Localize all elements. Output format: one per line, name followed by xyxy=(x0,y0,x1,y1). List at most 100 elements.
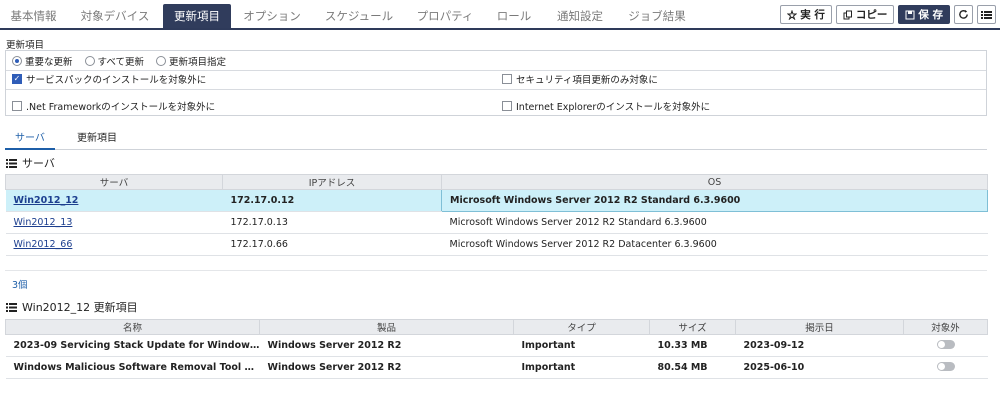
tab-job-results[interactable]: ジョブ結果 xyxy=(617,4,697,28)
divider xyxy=(6,70,986,71)
column-header-product[interactable]: 製品 xyxy=(259,319,514,335)
radio-specified-updates[interactable]: 更新項目指定 xyxy=(155,54,226,68)
menu-list-button[interactable] xyxy=(977,5,996,24)
column-header-type[interactable]: タイプ xyxy=(513,319,650,335)
tab-properties[interactable]: プロパティ xyxy=(405,4,485,28)
check-exclude-internet-explorer[interactable]: Internet Explorerのインストールを対象外に xyxy=(502,99,710,113)
run-button-label: 実 行 xyxy=(800,9,825,21)
list-icon xyxy=(6,302,17,312)
tab-options[interactable]: オプション xyxy=(231,4,313,28)
radio-label: 重要な更新 xyxy=(25,57,73,68)
column-header-excluded[interactable]: 対象外 xyxy=(903,319,988,335)
size-cell: 10.33 MB xyxy=(649,334,736,357)
posted-date-cell: 2023-09-12 xyxy=(735,334,904,357)
check-exclude-net-framework[interactable]: .Net Frameworkのインストールを対象外に xyxy=(12,99,215,113)
exclude-toggle[interactable] xyxy=(936,339,955,349)
checkbox-label: セキュリティ項目更新のみ対象に xyxy=(516,75,658,86)
update-mode-radio-group: 重要な更新 すべて更新 更新項目指定 xyxy=(6,53,986,69)
table-header-row: 名称 製品 タイプ サイズ 掲示日 対象外 xyxy=(5,319,988,335)
checkbox[interactable] xyxy=(502,74,512,84)
checkbox-checked[interactable]: ✓ xyxy=(12,74,22,84)
server-link[interactable]: Win2012_66 xyxy=(5,233,223,256)
radio-label: 更新項目指定 xyxy=(168,57,226,68)
checkbox-label: .Net Frameworkのインストールを対象外に xyxy=(26,102,216,113)
table-row[interactable]: Windows Malicious Software Removal Tool … xyxy=(5,356,988,379)
excluded-cell xyxy=(903,356,988,379)
checkbox-label: Internet Explorerのインストールを対象外に xyxy=(516,102,711,113)
posted-date-cell: 2025-06-10 xyxy=(735,356,904,379)
update-list-title: Win2012_12 更新項目 xyxy=(6,299,138,315)
checkbox[interactable] xyxy=(12,101,22,111)
update-name-cell: Windows Malicious Software Removal Tool … xyxy=(5,356,260,379)
radio-label: すべて更新 xyxy=(97,57,144,68)
exclude-toggle[interactable] xyxy=(936,361,955,371)
table-row[interactable]: Win2012_13 172.17.0.13 Microsoft Windows… xyxy=(5,211,988,234)
toolbar-actions: 実 行 コピー 保 存 xyxy=(780,5,996,24)
table-row[interactable]: Win2012_12 172.17.0.12 Microsoft Windows… xyxy=(5,189,988,212)
update-items-section-label: 更新項目 xyxy=(6,40,45,51)
type-cell: Important xyxy=(513,356,650,379)
size-cell: 80.54 MB xyxy=(649,356,736,379)
ip-cell: 172.17.0.13 xyxy=(222,211,442,234)
radio-all-updates[interactable]: すべて更新 xyxy=(84,54,144,68)
checkbox-label: サービスパックのインストールを対象外に xyxy=(26,75,207,86)
run-button[interactable]: 実 行 xyxy=(780,5,832,24)
column-header-server[interactable]: サーバ xyxy=(5,174,223,190)
check-security-only[interactable]: セキュリティ項目更新のみ対象に xyxy=(502,72,658,86)
radio-indicator[interactable] xyxy=(12,56,22,66)
column-header-os[interactable]: OS xyxy=(441,174,988,190)
run-icon xyxy=(787,9,798,20)
ip-cell: 172.17.0.66 xyxy=(222,233,442,256)
server-table: サーバ IPアドレス OS Win2012_12 172.17.0.12 Mic… xyxy=(5,174,988,256)
tab-role[interactable]: ロール xyxy=(485,4,543,28)
ip-cell: 172.17.0.12 xyxy=(222,189,442,212)
tab-basic-info[interactable]: 基本情報 xyxy=(0,4,67,28)
save-button-label: 保 存 xyxy=(918,9,943,21)
column-header-name[interactable]: 名称 xyxy=(5,319,260,335)
product-cell: Windows Server 2012 R2 xyxy=(259,334,514,357)
check-exclude-service-pack[interactable]: ✓ サービスパックのインストールを対象外に xyxy=(12,72,206,86)
tab-target-devices[interactable]: 対象デバイス xyxy=(67,4,163,28)
radio-important-updates[interactable]: 重要な更新 xyxy=(12,54,73,68)
server-count: 3個 xyxy=(12,280,28,291)
update-list-title-text: Win2012_12 更新項目 xyxy=(22,301,138,314)
save-button[interactable]: 保 存 xyxy=(898,5,950,24)
update-name-cell: 2023-09 Servicing Stack Update for Windo… xyxy=(5,334,260,357)
update-options-panel: 重要な更新 すべて更新 更新項目指定 ✓ サービスパックのインストールを対象外に… xyxy=(5,50,987,116)
subtab-update-items[interactable]: 更新項目 xyxy=(77,129,117,144)
sub-tabs: サーバ 更新項目 xyxy=(5,126,987,150)
excluded-cell xyxy=(903,334,988,357)
divider xyxy=(6,89,986,90)
copy-icon xyxy=(843,10,852,19)
column-header-posted-date[interactable]: 掲示日 xyxy=(735,319,904,335)
main-tabs: 基本情報 対象デバイス 更新項目 オプション スケジュール プロパティ ロール … xyxy=(0,4,697,28)
server-list-title: サーバ xyxy=(6,155,55,171)
product-cell: Windows Server 2012 R2 xyxy=(259,356,514,379)
table-header-row: サーバ IPアドレス OS xyxy=(5,174,988,190)
server-link[interactable]: Win2012_12 xyxy=(5,189,223,212)
server-link[interactable]: Win2012_13 xyxy=(5,211,223,234)
column-header-ip[interactable]: IPアドレス xyxy=(222,174,442,190)
list-icon xyxy=(6,158,17,168)
subtab-server[interactable]: サーバ xyxy=(15,129,45,144)
copy-button-label: コピー xyxy=(855,9,888,21)
radio-indicator[interactable] xyxy=(84,56,95,66)
type-cell: Important xyxy=(513,334,650,357)
list-icon xyxy=(981,10,992,19)
radio-indicator[interactable] xyxy=(155,56,166,66)
tab-notification-settings[interactable]: 通知設定 xyxy=(543,4,617,28)
column-header-size[interactable]: サイズ xyxy=(649,319,736,335)
refresh-icon xyxy=(959,9,968,19)
copy-button[interactable]: コピー xyxy=(835,5,895,24)
top-tab-bar: 基本情報 対象デバイス 更新項目 オプション スケジュール プロパティ ロール … xyxy=(0,0,1000,30)
update-items-table: 名称 製品 タイプ サイズ 掲示日 対象外 2023-09 Servicing … xyxy=(5,319,988,379)
save-icon xyxy=(905,10,915,19)
refresh-button[interactable] xyxy=(954,5,973,24)
checkbox[interactable] xyxy=(502,101,512,111)
os-cell: Microsoft Windows Server 2012 R2 Standar… xyxy=(441,211,988,234)
tab-schedule[interactable]: スケジュール xyxy=(313,4,405,28)
active-subtab-indicator xyxy=(5,148,55,150)
table-row[interactable]: 2023-09 Servicing Stack Update for Windo… xyxy=(5,334,988,357)
tab-update-items[interactable]: 更新項目 xyxy=(163,4,231,28)
table-row[interactable]: Win2012_66 172.17.0.66 Microsoft Windows… xyxy=(5,233,988,256)
